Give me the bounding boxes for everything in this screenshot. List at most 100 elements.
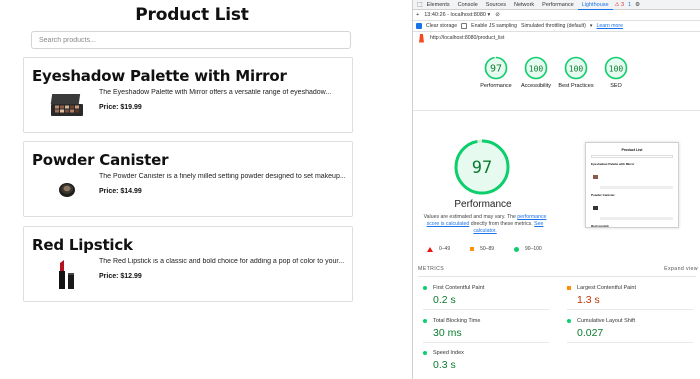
metric-tbt: Total Blocking Time 30 ms: [423, 318, 543, 339]
section-divider: [413, 110, 700, 111]
tab-elements[interactable]: Elements: [423, 0, 454, 10]
throttling-dropdown[interactable]: ▾: [590, 23, 593, 29]
gauge-best-practices[interactable]: 100 Best Practices: [557, 56, 595, 90]
product-card[interactable]: Powder Canister The Powder Canister is a…: [23, 141, 353, 217]
metric-cls: Cumulative Layout Shift 0.027: [567, 318, 687, 339]
thumbnail-image: [593, 206, 598, 210]
devtools-tab-bar: ⬚ Elements Console Sources Network Perfo…: [413, 0, 700, 10]
product-price: Price: $14.99: [99, 188, 142, 195]
product-description: The Red Lipstick is a classic and bold c…: [99, 258, 345, 265]
good-circle-icon: [423, 286, 427, 290]
good-circle-icon: [514, 246, 520, 252]
gauge-score: 97: [490, 64, 502, 75]
gauge-accessibility-ring: 100: [524, 56, 548, 80]
tab-lighthouse[interactable]: Lighthouse: [577, 0, 613, 10]
product-name: Red Lipstick: [32, 236, 133, 254]
lighthouse-toolbar: + 13:40:26 - localhost:8080 ▾ ⊘: [413, 10, 700, 21]
thumbnail-image: [593, 175, 598, 179]
product-name: Eyeshadow Palette with Mirror: [32, 67, 287, 85]
metrics-divider: [418, 276, 696, 277]
performance-title: Performance: [454, 199, 512, 210]
report-select[interactable]: 13:40:26 - localhost:8080 ▾: [424, 12, 490, 18]
gauge-best-practices-ring: 100: [564, 56, 588, 80]
throttling-label: Simulated throttling (default): [521, 23, 586, 29]
thumbnail-title: Product List: [621, 148, 643, 152]
gauge-seo-ring: 100: [604, 56, 628, 80]
metric-fcp: First Contentful Paint 0.2 s: [423, 285, 543, 306]
product-description: The Powder Canister is a finely milled s…: [99, 173, 346, 180]
lighthouse-options: Clear storage Enable JS sampling Simulat…: [413, 21, 700, 32]
js-sampling-checkbox[interactable]: [461, 23, 468, 29]
good-circle-icon: [423, 351, 427, 355]
metric-divider: [567, 342, 693, 343]
product-card[interactable]: Eyeshadow Palette with Mirror The Eyesha…: [23, 57, 353, 133]
average-square-icon: [567, 286, 571, 290]
plus-icon[interactable]: +: [416, 12, 419, 18]
product-price: Price: $12.99: [99, 273, 142, 280]
good-circle-icon: [567, 319, 571, 323]
report-url-row: http://localhost:8080/product_list: [413, 32, 700, 44]
js-sampling-label: Enable JS sampling: [471, 23, 517, 29]
metric-value: 30 ms: [433, 327, 462, 339]
expand-view-link[interactable]: Expand view: [664, 266, 698, 272]
gauge-score: 100: [569, 65, 584, 74]
warning-badge[interactable]: ⚠ 3: [613, 2, 627, 8]
metric-divider: [567, 309, 693, 310]
gear-icon[interactable]: ⚙: [633, 2, 642, 8]
report-url: http://localhost:8080/product_list: [430, 35, 505, 41]
tab-network[interactable]: Network: [510, 0, 538, 10]
product-description: The Eyeshadow Palette with Mirror offers…: [99, 89, 332, 96]
lighthouse-logo-icon: [419, 33, 424, 43]
metric-speed-index: Speed Index 0.3 s: [423, 350, 543, 371]
tab-console[interactable]: Console: [454, 0, 482, 10]
info-badge[interactable]: 1: [626, 2, 633, 8]
gauge-score: 100: [529, 65, 544, 74]
product-card[interactable]: Red Lipstick The Red Lipstick is a class…: [23, 226, 353, 302]
product-name: Powder Canister: [32, 151, 169, 169]
tab-sources[interactable]: Sources: [482, 0, 510, 10]
thumbnail-search: [591, 155, 673, 158]
metric-value: 1.3 s: [577, 294, 600, 306]
gauge-score: 100: [609, 65, 624, 74]
devtools-panel: ⬚ Elements Console Sources Network Perfo…: [412, 0, 700, 379]
score-gauges: 97 Performance 100 Accessibility 100 Bes…: [477, 56, 641, 101]
product-list-app: Product List Eyeshadow Palette with Mirr…: [0, 0, 380, 379]
metric-divider: [423, 309, 549, 310]
clear-storage-label: Clear storage: [426, 23, 458, 29]
thumbnail-text-bar: [600, 186, 673, 189]
metric-divider: [423, 342, 549, 343]
gauge-performance[interactable]: 97 Performance: [477, 56, 515, 90]
page-title: Product List: [135, 5, 249, 25]
metric-lcp: Largest Contentful Paint 1.3 s: [567, 285, 687, 306]
product-price: Price: $19.99: [99, 104, 142, 111]
gauge-label: Performance: [480, 83, 512, 89]
score-legend: 0–49 50–89 90–100: [427, 246, 542, 252]
good-circle-icon: [423, 319, 427, 323]
metric-value: 0.3 s: [433, 359, 456, 371]
search-input[interactable]: [31, 31, 351, 49]
page-screenshot-thumbnail[interactable]: Product List Eyeshadow Palette with Mirr…: [585, 142, 679, 228]
tab-performance[interactable]: Performance: [538, 0, 578, 10]
gauge-label: SEO: [610, 83, 622, 89]
metric-value: 0.2 s: [433, 294, 456, 306]
clear-storage-checkbox[interactable]: [416, 23, 422, 29]
thumbnail-item: Red Lipstick: [591, 224, 609, 228]
gauge-label: Accessibility: [521, 83, 551, 89]
performance-score: 97: [472, 158, 492, 178]
gauge-label: Best Practices: [558, 83, 594, 89]
poor-triangle-icon: [427, 246, 433, 252]
red-lipstick-image: [59, 260, 74, 289]
gauge-accessibility[interactable]: 100 Accessibility: [517, 56, 555, 90]
gauge-performance-ring: 97: [484, 56, 508, 80]
clear-icon[interactable]: ⊘: [495, 12, 500, 18]
gauge-seo[interactable]: 100 SEO: [597, 56, 635, 90]
powder-canister-image: [59, 183, 75, 197]
learn-more-link[interactable]: Learn more: [597, 23, 624, 29]
performance-gauge-large: 97: [454, 139, 510, 195]
metric-value: 0.027: [577, 327, 604, 339]
eyeshadow-palette-image: [50, 94, 83, 116]
thumbnail-item: Powder Canister: [591, 193, 615, 197]
metrics-header: METRICS Expand view: [418, 266, 698, 272]
performance-note: Values are estimated and may vary. The p…: [423, 214, 547, 234]
thumbnail-item: Eyeshadow Palette with Mirror: [591, 162, 635, 166]
